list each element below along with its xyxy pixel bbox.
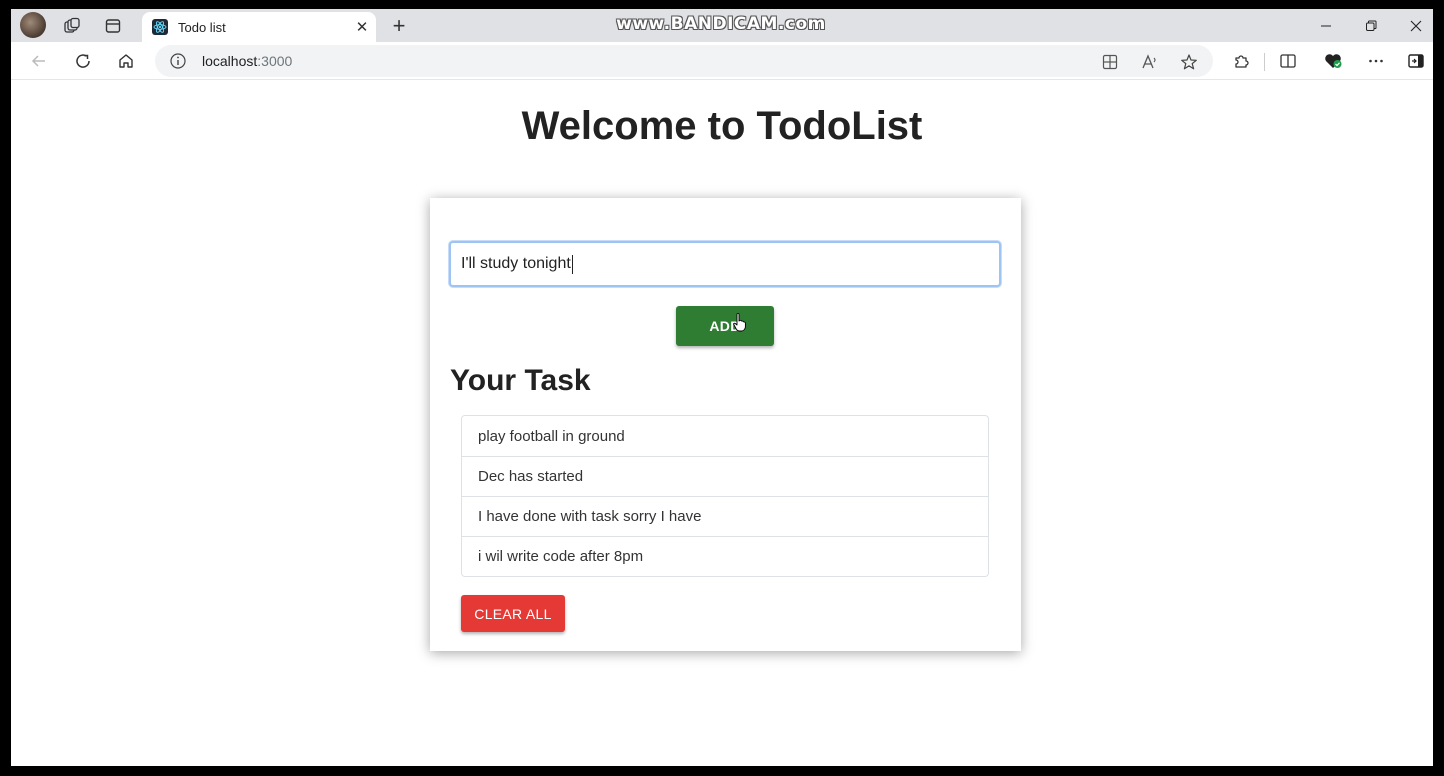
text-caret [571, 254, 573, 274]
close-icon[interactable] [1401, 13, 1431, 39]
task-list: play football in ground Dec has started … [461, 415, 989, 577]
read-aloud-icon[interactable] [1139, 51, 1161, 73]
minimize-icon[interactable] [1311, 13, 1341, 39]
tab-title: Todo list [178, 19, 226, 35]
heart-shield-icon[interactable] [1319, 47, 1347, 75]
add-button[interactable]: ADD [676, 306, 774, 346]
recording-watermark: www.BANDICAM.com [616, 14, 826, 34]
tab-strip: Todo list ✕ + www.BANDICAM.com [11, 9, 1433, 42]
close-icon[interactable]: ✕ [352, 17, 372, 37]
list-item: Dec has started [462, 456, 988, 496]
reload-icon[interactable] [69, 47, 97, 75]
tab-actions-icon[interactable] [100, 13, 126, 39]
url-host: localhost [202, 53, 258, 69]
list-item: i wil write code after 8pm [462, 536, 988, 576]
page-title: Welcome to TodoList [521, 104, 923, 148]
hand-pointer-icon [733, 312, 747, 332]
page-content: Welcome to TodoList I'll study tonight A… [11, 80, 1433, 766]
puzzle-icon[interactable] [1227, 47, 1255, 75]
address-bar[interactable]: localhost:3000 [155, 45, 1213, 77]
workspaces-icon[interactable] [59, 13, 85, 39]
home-icon[interactable] [112, 47, 140, 75]
section-title: Your Task [450, 364, 591, 397]
task-input[interactable]: I'll study tonight [449, 241, 1001, 287]
url-text: localhost:3000 [202, 53, 292, 69]
list-item: play football in ground [478, 427, 625, 445]
app-install-icon[interactable] [1099, 51, 1121, 73]
split-screen-icon[interactable] [1274, 47, 1302, 75]
restore-icon[interactable] [1356, 13, 1386, 39]
profile-avatar[interactable] [20, 12, 46, 38]
clear-all-button[interactable]: CLEAR ALL [461, 595, 565, 632]
toolbar-divider [1264, 53, 1265, 71]
list-item: I have done with task sorry I have [462, 496, 988, 536]
more-icon[interactable] [1362, 47, 1390, 75]
back-arrow-icon[interactable] [25, 47, 53, 75]
todo-card: I'll study tonight ADD Your Task play fo… [430, 198, 1021, 651]
star-icon[interactable] [1178, 51, 1200, 73]
url-port: :3000 [257, 53, 293, 69]
browser-window: Todo list ✕ + www.BANDICAM.com localhost… [11, 9, 1433, 766]
plus-icon[interactable]: + [386, 13, 412, 39]
address-toolbar: localhost:3000 [11, 42, 1433, 80]
task-input-value: I'll study tonight [461, 255, 571, 272]
tab-todo-list[interactable]: Todo list ✕ [142, 12, 376, 42]
sidebar-icon[interactable] [1402, 47, 1430, 75]
react-icon [152, 19, 168, 35]
info-icon[interactable] [169, 52, 187, 70]
